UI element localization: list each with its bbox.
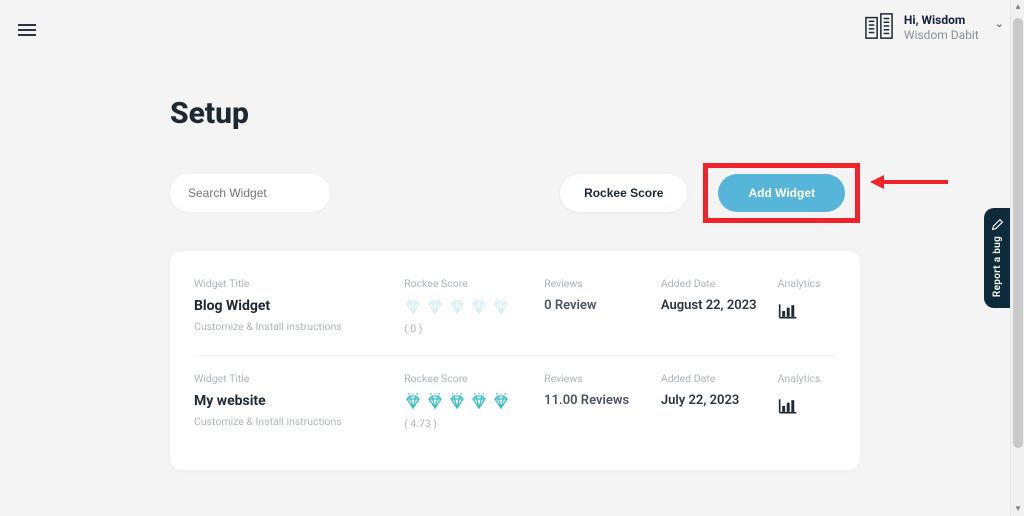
username: Wisdom Dabit <box>904 28 979 43</box>
col-label-reviews: Reviews <box>544 277 661 290</box>
user-text: Hi, Wisdom Wisdom Dabit <box>904 13 979 43</box>
menu-toggle[interactable] <box>18 24 36 38</box>
bar-chart-icon <box>778 302 798 320</box>
scrollbar[interactable]: ▴ ▾ <box>1010 0 1024 516</box>
reviews-count: 11.00 Reviews <box>544 393 661 408</box>
chevron-down-icon: ⌄ <box>995 17 1004 30</box>
score-diamonds <box>404 298 544 316</box>
scroll-thumb[interactable] <box>1013 18 1023 448</box>
page-title: Setup <box>170 96 860 131</box>
col-label-analytics: Analytics <box>778 277 836 290</box>
widget-customize-link[interactable]: Customize & Install instructions <box>194 320 404 333</box>
widget-customize-link[interactable]: Customize & Install instructions <box>194 415 404 428</box>
building-icon <box>864 12 894 44</box>
analytics-button[interactable] <box>778 393 836 419</box>
widget-title[interactable]: Blog Widget <box>194 298 404 314</box>
widget-row: Widget Title Blog Widget Customize & Ins… <box>194 261 836 355</box>
score-diamonds <box>404 393 544 411</box>
report-bug-tab[interactable]: Report a bug <box>984 208 1010 308</box>
report-bug-label: Report a bug <box>992 236 1003 297</box>
reviews-count: 0 Review <box>544 298 661 313</box>
col-label-added: Added Date <box>661 372 778 385</box>
widget-title[interactable]: My website <box>194 393 404 409</box>
pencil-icon <box>991 218 1004 231</box>
col-label-title: Widget Title <box>194 372 404 385</box>
col-label-score: Rockee Score <box>404 372 544 385</box>
added-date: July 22, 2023 <box>661 393 778 408</box>
annotation-arrow <box>870 170 950 194</box>
col-label-added: Added Date <box>661 277 778 290</box>
highlight-box: Add Widget <box>703 163 860 223</box>
widgets-card: Widget Title Blog Widget Customize & Ins… <box>170 251 860 470</box>
user-menu[interactable]: Hi, Wisdom Wisdom Dabit ⌄ <box>864 12 1004 44</box>
widget-row: Widget Title My website Customize & Inst… <box>194 355 836 450</box>
scroll-up-icon[interactable]: ▴ <box>1011 0 1024 14</box>
greeting: Hi, Wisdom <box>904 13 979 28</box>
bar-chart-icon <box>778 397 798 415</box>
col-label-analytics: Analytics <box>778 372 836 385</box>
rockee-score-button[interactable]: Rockee Score <box>560 174 687 212</box>
col-label-score: Rockee Score <box>404 277 544 290</box>
col-label-reviews: Reviews <box>544 372 661 385</box>
score-value: ( 0 ) <box>404 322 544 335</box>
col-label-title: Widget Title <box>194 277 404 290</box>
scroll-down-icon[interactable]: ▾ <box>1011 502 1024 516</box>
search-input[interactable] <box>170 174 330 212</box>
added-date: August 22, 2023 <box>661 298 778 313</box>
score-value: ( 4.73 ) <box>404 417 544 430</box>
analytics-button[interactable] <box>778 298 836 324</box>
add-widget-button[interactable]: Add Widget <box>718 174 845 212</box>
